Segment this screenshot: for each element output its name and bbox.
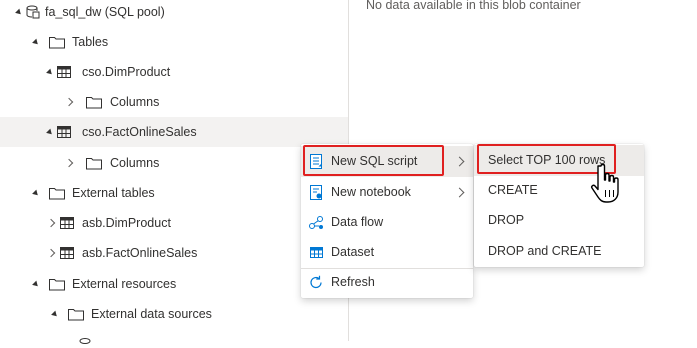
- tree-item-label: Columns: [110, 95, 160, 109]
- menu-item-label: Refresh: [331, 275, 375, 289]
- tree-item-external-resources[interactable]: External resources: [0, 269, 348, 299]
- tree-item-label: Tables: [72, 35, 109, 49]
- tree-item-label: cso.DimProduct: [82, 65, 171, 79]
- table-icon: [56, 117, 72, 147]
- folder-icon: [85, 148, 103, 178]
- chevron-right-icon: [454, 187, 465, 198]
- collapse-caret-icon[interactable]: [50, 299, 60, 329]
- tree-item-label: asb.FactOnlineSales: [82, 246, 198, 260]
- folder-icon: [67, 299, 85, 329]
- tree-item-columns[interactable]: Columns: [0, 87, 348, 117]
- empty-state-message: No data available in this blob container: [366, 0, 581, 12]
- folder-icon: [48, 27, 66, 57]
- tree-item-table-asb-dimproduct[interactable]: asb.DimProduct: [0, 208, 348, 238]
- folder-icon: [48, 178, 66, 208]
- hand-pointer-cursor-icon: [591, 163, 619, 203]
- tree-item-external-tables[interactable]: External tables: [0, 178, 348, 208]
- tree-item-label: fa_sql_dw (SQL pool): [45, 5, 165, 19]
- submenu-item-label: Select TOP 100 rows: [488, 153, 606, 167]
- dataset-icon: [308, 244, 325, 261]
- notebook-icon: [308, 184, 325, 201]
- submenu-item-label: DROP: [488, 213, 525, 227]
- tree-item-label: External data sources: [91, 307, 212, 321]
- collapse-caret-icon[interactable]: [31, 178, 41, 208]
- refresh-icon: [308, 274, 325, 291]
- context-menu: New SQL script New notebook Data flow Da…: [301, 144, 473, 298]
- tree-item-sql-pool[interactable]: fa_sql_dw (SQL pool): [0, 0, 348, 27]
- collapse-caret-icon[interactable]: [14, 0, 24, 27]
- chevron-right-icon: [454, 156, 465, 167]
- sql-pool-icon: [24, 0, 40, 27]
- collapse-caret-icon[interactable]: [31, 27, 41, 57]
- data-flow-icon: [308, 214, 325, 231]
- tree-item-label: External resources: [72, 277, 177, 291]
- tree-item-table-cso-dimproduct[interactable]: cso.DimProduct: [0, 57, 348, 87]
- object-explorer-tree: fa_sql_dw (SQL pool) Tables cso.DimProdu…: [0, 0, 348, 344]
- menu-item-label: New notebook: [331, 185, 411, 199]
- menu-item-dataset[interactable]: Dataset: [301, 237, 473, 268]
- tree-item-table-asb-factonlinesales[interactable]: asb.FactOnlineSales: [0, 238, 348, 268]
- expand-chevron-icon[interactable]: [64, 87, 74, 117]
- collapse-caret-icon[interactable]: [45, 117, 55, 147]
- expand-chevron-icon[interactable]: [64, 148, 74, 178]
- table-icon: [59, 208, 75, 238]
- tree-item-label: Columns: [110, 156, 160, 170]
- sql-script-icon: [308, 153, 325, 170]
- folder-icon: [48, 269, 66, 299]
- tree-item-label: External tables: [72, 186, 155, 200]
- menu-item-label: Dataset: [331, 245, 375, 259]
- submenu-item-drop[interactable]: DROP: [474, 205, 644, 236]
- menu-item-label: Data flow: [331, 215, 384, 229]
- menu-item-new-notebook[interactable]: New notebook: [301, 177, 473, 208]
- collapse-caret-icon[interactable]: [45, 57, 55, 87]
- folder-icon: [85, 87, 103, 117]
- tree-item-columns[interactable]: Columns: [0, 148, 348, 178]
- menu-item-data-flow[interactable]: Data flow: [301, 207, 473, 238]
- tree-item-table-cso-factonlinesales[interactable]: cso.FactOnlineSales: [0, 117, 348, 147]
- expand-chevron-icon[interactable]: [46, 208, 56, 238]
- data-source-icon: [78, 334, 92, 348]
- submenu-item-drop-and-create[interactable]: DROP and CREATE: [474, 236, 644, 267]
- submenu-item-label: DROP and CREATE: [488, 244, 602, 258]
- menu-item-new-sql-script[interactable]: New SQL script: [301, 146, 473, 177]
- tree-item-label: asb.DimProduct: [82, 216, 171, 230]
- tree-item-external-data-sources[interactable]: External data sources: [0, 299, 348, 329]
- table-icon: [56, 57, 72, 87]
- tree-item-tables[interactable]: Tables: [0, 27, 348, 57]
- tree-item-label: cso.FactOnlineSales: [82, 125, 197, 139]
- table-icon: [59, 238, 75, 268]
- menu-item-label: New SQL script: [331, 154, 418, 168]
- menu-item-refresh[interactable]: Refresh: [301, 267, 473, 298]
- expand-chevron-icon[interactable]: [46, 238, 56, 268]
- submenu-item-label: CREATE: [488, 183, 538, 197]
- collapse-caret-icon[interactable]: [31, 269, 41, 299]
